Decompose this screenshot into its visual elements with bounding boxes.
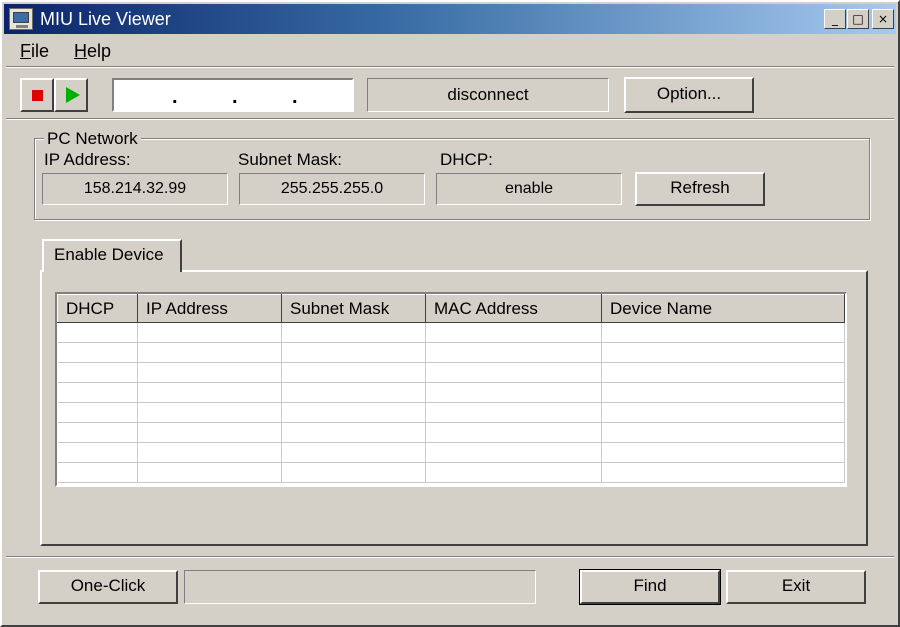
menu-bar: File Help: [4, 36, 896, 64]
subnet-mask-label: Subnet Mask:: [238, 150, 342, 169]
subnet-mask-value: 255.255.255.0: [239, 173, 425, 205]
app-icon: [9, 8, 33, 30]
find-button[interactable]: Find: [579, 569, 721, 605]
one-click-button[interactable]: One-Click: [38, 570, 178, 604]
title-bar[interactable]: MIU Live Viewer _ □ ×: [4, 4, 896, 34]
dhcp-label: DHCP:: [440, 150, 493, 169]
refresh-button-label: Refresh: [670, 178, 730, 197]
play-icon: [66, 87, 80, 103]
menu-help[interactable]: Help: [74, 41, 111, 62]
toolbar-separator: [6, 118, 894, 120]
table-row[interactable]: [57, 442, 845, 463]
table-row[interactable]: [57, 322, 845, 343]
tab-enable-device-label: Enable Device: [54, 245, 164, 264]
ip-dot: .: [232, 86, 238, 108]
refresh-button[interactable]: Refresh: [635, 172, 765, 206]
dhcp-value: enable: [436, 173, 622, 205]
find-button-label: Find: [633, 576, 667, 595]
play-button[interactable]: [54, 78, 88, 112]
device-table[interactable]: DHCP IP Address Subnet Mask MAC Address …: [55, 292, 847, 487]
option-button[interactable]: Option...: [624, 77, 754, 113]
app-window: MIU Live Viewer _ □ × File Help . . . di…: [0, 0, 900, 627]
ip-address-label: IP Address:: [44, 150, 131, 169]
table-row[interactable]: [57, 362, 845, 383]
one-click-status: [184, 570, 536, 604]
table-row[interactable]: [57, 382, 845, 403]
table-row[interactable]: [57, 422, 845, 443]
ip-dot: .: [292, 86, 298, 108]
menu-separator: [6, 66, 894, 68]
tab-enable-device[interactable]: Enable Device: [42, 239, 182, 272]
column-header-device-name[interactable]: Device Name: [601, 294, 845, 323]
column-header-subnet-mask[interactable]: Subnet Mask: [281, 294, 426, 323]
window-title: MIU Live Viewer: [40, 9, 171, 29]
exit-button-label: Exit: [781, 576, 811, 595]
table-row[interactable]: [57, 402, 845, 423]
menu-file[interactable]: File: [20, 41, 49, 62]
pc-network-legend: PC Network: [44, 129, 141, 149]
table-row[interactable]: [57, 342, 845, 363]
column-header-dhcp[interactable]: DHCP: [57, 294, 138, 323]
ip-dot: .: [172, 86, 178, 108]
ip-address-input[interactable]: . . .: [112, 78, 354, 112]
table-row[interactable]: [57, 462, 845, 483]
stop-button[interactable]: [20, 78, 54, 112]
one-click-button-label: One-Click: [70, 576, 146, 595]
column-header-mac-address[interactable]: MAC Address: [425, 294, 602, 323]
stop-icon: [32, 90, 43, 101]
close-button[interactable]: ×: [872, 9, 894, 29]
maximize-button[interactable]: □: [847, 9, 869, 29]
exit-button[interactable]: Exit: [726, 570, 866, 604]
bottom-separator: [6, 556, 894, 558]
ip-address-value: 158.214.32.99: [42, 173, 228, 205]
table-header-row: DHCP IP Address Subnet Mask MAC Address …: [57, 294, 845, 323]
option-button-label: Option...: [656, 84, 722, 103]
minimize-button[interactable]: _: [824, 9, 846, 29]
connection-status: disconnect: [367, 78, 609, 112]
column-header-ip-address[interactable]: IP Address: [137, 294, 282, 323]
